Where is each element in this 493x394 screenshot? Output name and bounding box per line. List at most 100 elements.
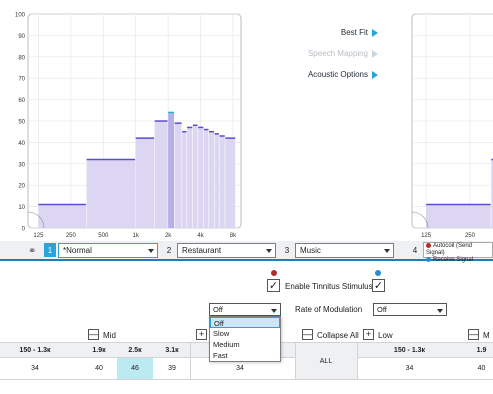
header-cell: 150 - 1.3к [393, 346, 426, 354]
y-tick-label: 0 [22, 227, 26, 233]
option-medium[interactable]: Medium [210, 339, 280, 350]
option-fast[interactable]: Fast [210, 350, 280, 361]
signal-legend: Autocoil (Send Signal) Receive Signal [423, 242, 493, 263]
collapse-all-button[interactable]: — [302, 329, 313, 340]
legend-row-1: Autocoil (Send Signal) [426, 243, 490, 257]
gain-bar [219, 135, 225, 228]
y-tick-label: 90 [18, 34, 25, 40]
stimulus-dropdown-list: Off Slow Medium Fast [209, 316, 281, 362]
y-tick-label: 80 [18, 55, 25, 61]
header-cell: 1.9 [476, 346, 487, 354]
speech-mapping-button[interactable]: Speech Mapping [270, 43, 400, 64]
tinnitus-left-checkbox[interactable]: ✓ [267, 279, 280, 292]
chevron-down-icon [271, 309, 277, 313]
chevron-down-icon [148, 249, 154, 253]
y-tick-label: 100 [15, 13, 26, 19]
gain-bar [86, 159, 136, 228]
chevron-down-icon [437, 309, 443, 313]
program-select-3[interactable]: Music [295, 243, 394, 258]
left-ear-dot-icon [271, 270, 277, 276]
collapse-right-button[interactable]: — [468, 329, 479, 340]
gain-bar [192, 125, 198, 228]
play-arrow-icon [372, 71, 378, 79]
x-tick-label: 8k [230, 233, 237, 239]
gain-bar [182, 131, 187, 228]
frequency-response-chart-left: 0 10 20 30 40 50 60 70 80 90 100 125 250 500 1k 2k 4k 8k [0, 0, 262, 241]
rate-modulation-value: Off [377, 305, 387, 314]
gain-cell[interactable]: 34 [0, 358, 70, 379]
tinnitus-right-checkbox[interactable]: ✓ [372, 279, 385, 292]
expand-group-button[interactable]: + [196, 329, 207, 340]
stimulus-type-value: Off [213, 305, 223, 314]
header-cell: 1.9к [92, 346, 106, 354]
collapse-all-label: Collapse All [317, 331, 359, 340]
header-cell: 150 - 1.3к [19, 346, 51, 354]
chart-left-svg: 0 10 20 30 40 50 60 70 80 90 100 125 250 500 1k 2k 4k 8k [15, 13, 242, 239]
x-tick-label: 2k [165, 233, 172, 239]
gain-bar [168, 112, 175, 228]
gain-cell[interactable]: 39 [155, 358, 189, 379]
gain-bar [38, 204, 86, 228]
rate-modulation-label: Rate of Modulation [295, 305, 363, 314]
header-cell: 3.1к [165, 346, 179, 354]
chevron-down-icon [266, 249, 272, 253]
x-tick-label: 500 [98, 233, 109, 239]
low-group-label: Low [378, 331, 393, 340]
chevron-down-icon [384, 249, 390, 253]
best-fit-button[interactable]: Best Fit [270, 22, 400, 43]
frequency-response-chart-right: 12525050 [400, 0, 493, 241]
stimulus-type-select[interactable]: Off [209, 303, 281, 316]
red-dot-icon [426, 243, 431, 248]
play-arrow-icon [372, 29, 378, 37]
gain-cell[interactable]: 34 [357, 358, 462, 379]
x-tick-label: 1k [133, 233, 140, 239]
right-group-label: M [483, 331, 490, 340]
gain-cell-selected[interactable]: 46 [117, 358, 153, 379]
acoustic-options-button[interactable]: Acoustic Options [270, 64, 400, 85]
legend-autocoil-label: Autocoil (Send Signal) [426, 243, 473, 257]
divider [357, 342, 358, 380]
x-tick-label: 250 [465, 233, 476, 239]
side-menu: Best Fit Speech Mapping Acoustic Options [270, 22, 400, 85]
gain-cell[interactable]: 40 [84, 358, 114, 379]
gain-bar [135, 138, 155, 228]
x-tick-label: 125 [33, 233, 44, 239]
y-tick-label: 70 [18, 77, 25, 83]
speech-mapping-label: Speech Mapping [307, 49, 368, 58]
y-tick-label: 30 [18, 162, 25, 168]
tinnitus-label: Enable Tinnitus Stimulus [285, 282, 373, 291]
gain-bar [214, 133, 219, 228]
program-number-4[interactable]: 4 [409, 243, 421, 257]
rate-modulation-select[interactable]: Off [373, 303, 447, 316]
gain-bar [187, 127, 193, 228]
all-label: ALL [319, 357, 333, 365]
program-select-1[interactable]: *Normal [58, 243, 158, 258]
y-tick-label: 40 [18, 141, 25, 147]
gain-bar [225, 138, 236, 228]
program-number-2[interactable]: 2 [163, 243, 175, 257]
gain-bar [154, 121, 168, 228]
divider [295, 342, 296, 380]
y-tick-label: 20 [18, 184, 25, 190]
program-bar: ⚭ 1 *Normal 2 Restaurant 3 Music 4 Autoc… [0, 241, 493, 263]
chart-right-svg: 12525050 [411, 13, 493, 239]
mid-group-label: Mid [103, 331, 116, 340]
x-tick-label: 250 [66, 233, 77, 239]
y-tick-label: 10 [18, 205, 25, 211]
program-name-1: *Normal [63, 246, 92, 255]
best-fit-label: Best Fit [340, 28, 368, 37]
collapse-mid-button[interactable]: — [88, 329, 99, 340]
gain-bar [198, 127, 204, 228]
expand-low-button[interactable]: + [363, 329, 374, 340]
program-number-1[interactable]: 1 [44, 243, 56, 257]
option-slow[interactable]: Slow [210, 328, 280, 339]
program-name-2: Restaurant [182, 246, 222, 255]
y-tick-label: 60 [18, 98, 25, 104]
option-off[interactable]: Off [210, 317, 280, 328]
program-number-3[interactable]: 3 [281, 243, 293, 257]
divider [190, 342, 191, 380]
program-select-2[interactable]: Restaurant [177, 243, 276, 258]
link-icon[interactable]: ⚭ [28, 246, 36, 257]
gain-cell[interactable]: 40 [470, 358, 493, 379]
all-cell[interactable]: ALL [295, 342, 357, 380]
